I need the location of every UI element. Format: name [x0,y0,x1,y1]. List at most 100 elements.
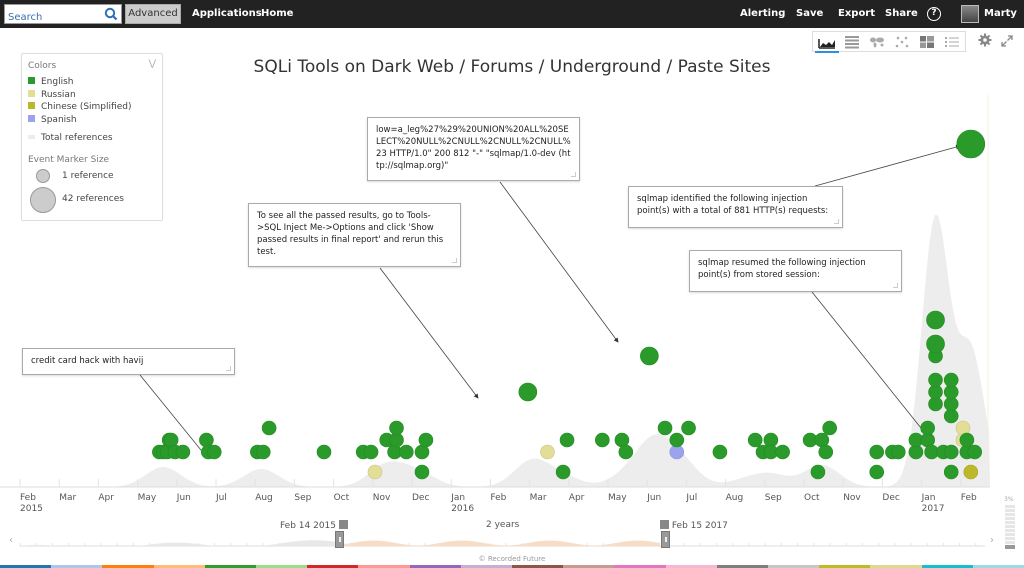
zoom-slider[interactable] [1005,505,1015,549]
event-marker [175,444,191,460]
event-marker [389,420,404,436]
x-tick-year-label: 2015 [20,504,43,514]
chevron-right-icon[interactable]: › [990,535,994,546]
x-tick-year-label: 2016 [451,504,474,514]
event-marker [595,432,610,448]
range-start[interactable]: Feb 14 2015 [280,520,348,531]
event-marker [712,444,728,460]
annotation-text: credit card hack with havij [31,356,144,366]
x-tick-label: Nov [373,493,391,503]
resize-grip[interactable] [452,258,457,263]
x-tick-label: Aug [255,493,273,503]
annotation-text: sqlmap resumed the following injection p… [698,258,866,280]
event-marker [810,464,826,480]
x-tick-label: Oct [334,493,350,503]
event-marker [926,310,945,330]
range-end-label: Feb 15 2017 [671,521,728,531]
x-tick-label: Apr [98,493,114,503]
event-marker [559,432,575,448]
event-marker [869,464,885,480]
annotation-text: sqlmap identified the following injectio… [637,194,829,216]
x-tick-label: Aug [726,493,744,503]
x-tick-label: Dec [882,493,899,503]
event-marker [869,444,885,460]
x-tick-label: Jun [646,493,661,503]
x-tick-label: Jan [921,493,936,503]
callout-connector [814,144,961,187]
range-duration: 2 years [486,520,520,530]
event-marker [747,432,763,448]
event-marker [518,382,538,402]
event-markers-layer [152,129,986,480]
event-marker [618,444,634,460]
resize-grip[interactable] [834,219,839,224]
annotation-callout[interactable]: low=a_leg%27%29%20UNION%20ALL%20SELECT%2… [367,117,580,181]
event-marker [540,444,555,460]
x-tick-year-label: 2017 [922,504,945,514]
event-marker [206,444,222,460]
event-marker [681,420,696,436]
range-start-label: Feb 14 2015 [280,521,337,531]
event-marker [967,444,983,460]
range-end[interactable]: Feb 15 2017 [660,520,728,531]
annotation-text: low=a_leg%27%29%20UNION%20ALL%20SELECT%2… [376,125,571,171]
event-marker [261,420,277,436]
resize-grip[interactable] [226,366,231,371]
event-marker [775,444,790,460]
x-tick-label: Jul [215,493,227,503]
x-tick-label: Nov [843,493,861,503]
calendar-icon[interactable] [660,520,669,529]
event-marker [199,432,214,448]
event-marker [818,444,834,460]
resize-grip[interactable] [893,283,898,288]
annotation-callout[interactable]: sqlmap resumed the following injection p… [689,250,902,292]
event-marker [959,432,975,448]
x-tick-label: Sep [294,493,311,503]
event-marker [920,420,935,436]
event-marker [316,444,332,460]
event-marker [956,129,986,159]
x-tick-label: Dec [412,493,429,503]
event-marker [890,444,906,460]
overview-area-selected [340,540,660,546]
event-marker [363,444,379,460]
event-marker [963,464,979,480]
event-marker [943,464,959,480]
annotation-callout[interactable]: To see all the passed results, go to Too… [248,203,461,267]
annotation-callout[interactable]: sqlmap identified the following injectio… [628,186,843,228]
event-marker [943,444,959,460]
zoom-slider-fill [1005,545,1015,549]
range-overview-layer [19,540,985,547]
x-tick-label: May [608,493,627,503]
x-tick-label: Jun [176,493,191,503]
x-tick-label: Jan [450,493,465,503]
event-marker [657,420,673,436]
event-marker [926,334,945,354]
x-tick-label: May [138,493,157,503]
x-tick-label: Sep [765,493,782,503]
x-tick-label: Mar [530,493,547,503]
event-marker [928,372,943,388]
event-marker [555,464,571,480]
range-end-handle[interactable] [661,531,670,548]
calendar-icon[interactable] [338,520,348,529]
range-start-handle[interactable] [335,531,344,548]
chevron-left-icon[interactable]: ‹ [9,535,13,546]
event-marker [367,464,383,480]
event-marker [943,372,959,388]
x-tick-label: Feb [20,493,36,503]
x-tick-label: Apr [569,493,585,503]
resize-grip[interactable] [571,172,576,177]
callout-connector [811,291,926,434]
x-tick-label: Oct [804,493,820,503]
event-marker [414,464,430,480]
x-tick-label: Feb [961,493,977,503]
annotation-callout[interactable]: credit card hack with havij [22,348,235,375]
x-tick-label: Feb [490,493,506,503]
event-marker [669,432,685,448]
credit: © Recorded Future [478,555,546,563]
x-tick-label: Jul [685,493,697,503]
event-marker [640,346,659,366]
event-marker [822,420,837,436]
event-marker [255,444,271,460]
